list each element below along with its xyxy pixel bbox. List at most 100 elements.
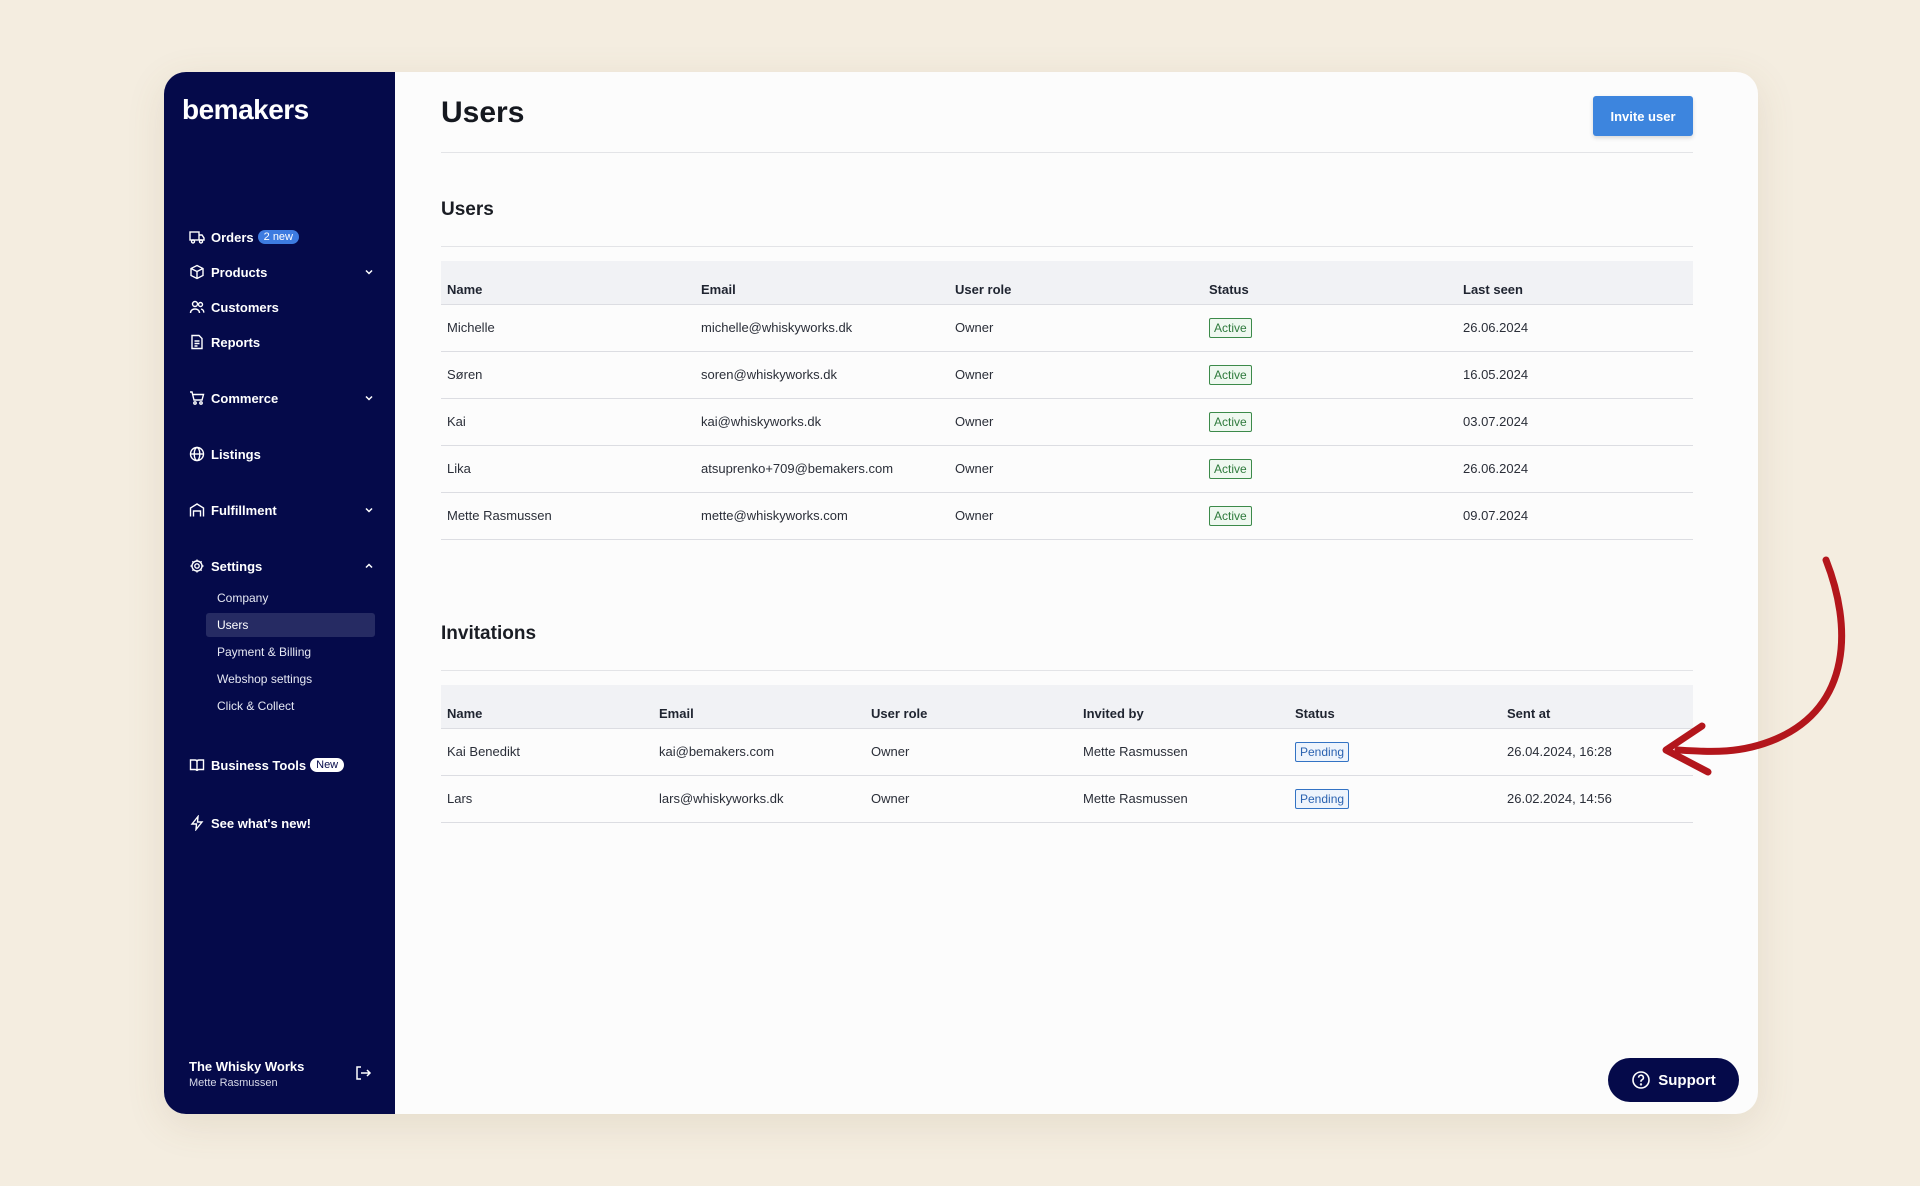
column-header: Invited by (1077, 685, 1289, 729)
truck-icon (189, 231, 205, 244)
nav-whats-new-label: See what's new! (211, 815, 311, 831)
document-icon (191, 334, 203, 350)
column-header: Status (1289, 685, 1501, 729)
user-status-cell: Active (1203, 351, 1457, 399)
nav-reports[interactable]: Reports (189, 331, 375, 353)
user-email: mette@whiskyworks.com (695, 492, 949, 540)
nav-products[interactable]: Products (189, 261, 375, 283)
status-badge: Active (1209, 505, 1252, 526)
nav-fulfillment[interactable]: Fulfillment (189, 499, 375, 521)
nav-orders[interactable]: Orders 2 new (189, 226, 375, 248)
nav-business-tools[interactable]: Business Tools New (189, 754, 375, 776)
column-header: Last seen (1457, 261, 1693, 305)
nav-commerce-label: Commerce (211, 390, 279, 406)
users-icon (189, 300, 205, 314)
invited-by: Mette Rasmussen (1077, 775, 1289, 823)
invite-email: kai@bemakers.com (653, 728, 865, 776)
user-last-seen: 16.05.2024 (1457, 351, 1693, 399)
table-row[interactable]: Lika atsuprenko+709@bemakers.com Owner A… (441, 445, 1693, 493)
settings-item-company[interactable]: Company (206, 586, 375, 610)
user-status-cell: Active (1203, 445, 1457, 493)
chevron-down-icon (365, 269, 373, 275)
divider (441, 246, 1693, 247)
support-label: Support (1658, 1071, 1716, 1089)
nav-settings-label: Settings (211, 558, 263, 574)
bolt-icon (190, 815, 204, 831)
chevron-down-icon (365, 395, 373, 401)
user-status-cell: Active (1203, 304, 1457, 352)
support-button[interactable]: Support (1608, 1058, 1739, 1102)
table-row[interactable]: Michelle michelle@whiskyworks.dk Owner A… (441, 304, 1693, 352)
status-badge: Pending (1295, 741, 1350, 762)
user-name: Kai (441, 398, 695, 446)
table-row[interactable]: Kai kai@whiskyworks.dk Owner Active 03.0… (441, 398, 1693, 446)
nav-settings[interactable]: Settings (189, 555, 375, 577)
nav-products-label: Products (211, 264, 268, 280)
invitations-section-title: Invitations (441, 623, 537, 644)
user-role: Owner (949, 351, 1203, 399)
invite-sent-at: 26.02.2024, 14:56 (1501, 775, 1693, 823)
invitations-table-header: Name Email User role Invited by Status S… (441, 685, 1693, 729)
footer-user-name: Mette Rasmussen (189, 1077, 278, 1089)
column-header: User role (949, 261, 1203, 305)
status-badge: Active (1209, 364, 1252, 385)
globe-icon (189, 446, 205, 462)
nav-reports-label: Reports (211, 334, 261, 350)
user-role: Owner (949, 304, 1203, 352)
user-last-seen: 26.06.2024 (1457, 304, 1693, 352)
status-badge: Pending (1295, 788, 1350, 809)
annotation-arrow-icon (1662, 556, 1846, 776)
column-header: Status (1203, 261, 1457, 305)
invite-name: Kai Benedikt (441, 728, 653, 776)
user-last-seen: 03.07.2024 (1457, 398, 1693, 446)
user-name: Søren (441, 351, 695, 399)
column-header: Name (441, 685, 653, 729)
divider (441, 670, 1693, 671)
settings-item-webshop-settings[interactable]: Webshop settings (206, 667, 375, 691)
settings-item-click-collect[interactable]: Click & Collect (206, 694, 375, 718)
invite-email: lars@whiskyworks.dk (653, 775, 865, 823)
user-name: Michelle (441, 304, 695, 352)
settings-item-payment-billing[interactable]: Payment & Billing (206, 640, 375, 664)
nav-whats-new[interactable]: See what's new! (189, 812, 375, 834)
nav-listings[interactable]: Listings (189, 443, 375, 465)
box-icon (190, 264, 204, 280)
status-badge: Active (1209, 411, 1252, 432)
business-tools-badge: New (310, 758, 345, 772)
sidebar: bemakers Orders 2 new Products Customers… (164, 72, 395, 1114)
app-window: bemakers Orders 2 new Products Customers… (164, 72, 1758, 1114)
logo: bemakers (182, 94, 309, 125)
nav-commerce[interactable]: Commerce (189, 387, 375, 409)
orders-badge: 2 new (257, 230, 299, 244)
users-table: Name Email User role Status Last seen Mi… (441, 261, 1693, 540)
settings-item-users[interactable]: Users (206, 613, 375, 637)
invitations-table: Name Email User role Invited by Status S… (441, 685, 1693, 823)
table-row[interactable]: Lars lars@whiskyworks.dk Owner Mette Ras… (441, 775, 1693, 823)
main-content: Users Invite user Users Name Email User … (395, 72, 1758, 1114)
table-row[interactable]: Søren soren@whiskyworks.dk Owner Active … (441, 351, 1693, 399)
column-header: Name (441, 261, 695, 305)
table-row[interactable]: Mette Rasmussen mette@whiskyworks.com Ow… (441, 492, 1693, 540)
invited-by: Mette Rasmussen (1077, 728, 1289, 776)
logout-icon[interactable] (354, 1064, 372, 1082)
invite-name: Lars (441, 775, 653, 823)
user-role: Owner (949, 398, 1203, 446)
invite-status-cell: Pending (1289, 775, 1501, 823)
nav-orders-label: Orders (211, 229, 254, 245)
status-badge: Active (1209, 458, 1252, 479)
user-email: kai@whiskyworks.dk (695, 398, 949, 446)
footer-company-name: The Whisky Works (189, 1059, 305, 1074)
nav-customers[interactable]: Customers (189, 296, 375, 318)
chevron-up-icon (365, 563, 373, 569)
column-header: Email (653, 685, 865, 729)
divider (441, 152, 1693, 153)
invite-user-button[interactable]: Invite user (1593, 96, 1693, 136)
warehouse-icon (189, 503, 205, 517)
user-status-cell: Active (1203, 398, 1457, 446)
nav-business-tools-label: Business Tools (211, 757, 307, 773)
user-role: Owner (949, 445, 1203, 493)
table-row[interactable]: Kai Benedikt kai@bemakers.com Owner Mett… (441, 728, 1693, 776)
nav-listings-label: Listings (211, 446, 261, 462)
gear-icon (190, 559, 204, 573)
nav-customers-label: Customers (211, 299, 279, 315)
